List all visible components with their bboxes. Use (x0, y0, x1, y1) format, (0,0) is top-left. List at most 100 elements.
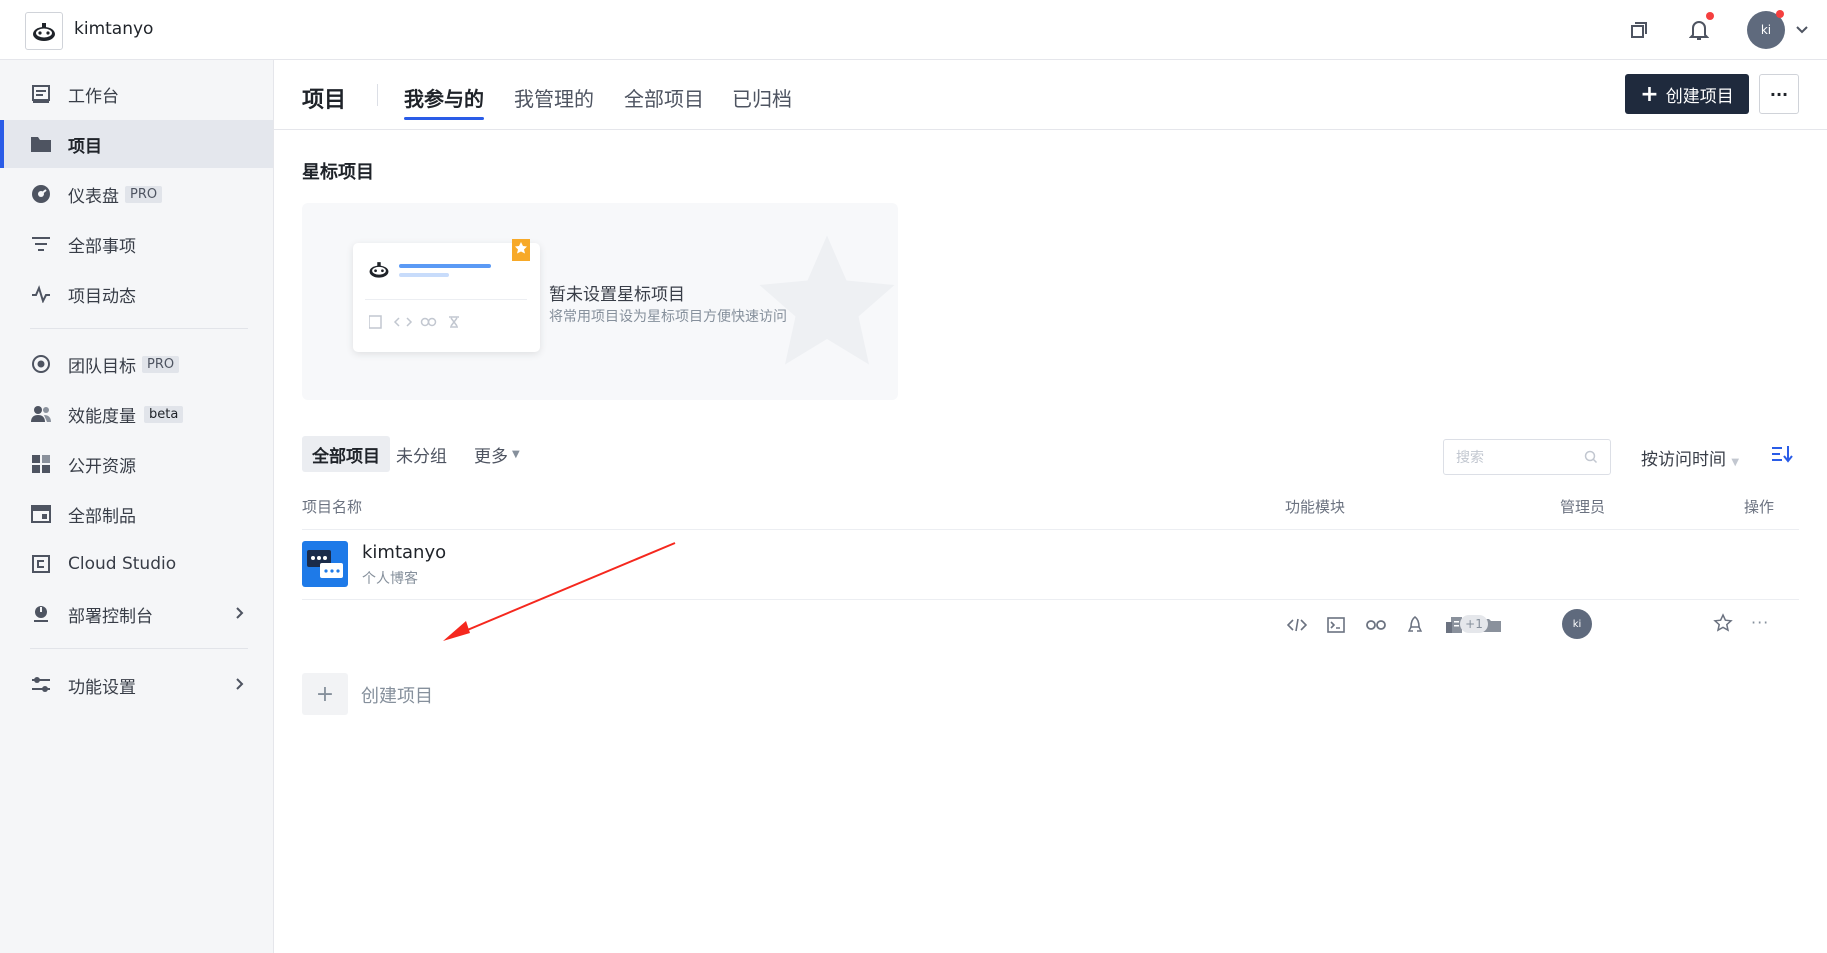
sidebar-item-artifacts[interactable]: 全部制品 (0, 490, 273, 538)
sidebar-item-label: 全部制品 (68, 506, 136, 527)
search-input[interactable]: 搜索 (1443, 439, 1611, 475)
sidebar-item-team-goals[interactable]: 团队目标 PRO (0, 340, 273, 388)
star-watermark-icon (759, 235, 895, 365)
column-header-actions: 操作 (1744, 498, 1775, 516)
artifact-icon (30, 503, 52, 525)
row-divider (302, 599, 1799, 600)
create-project-label: 创建项目 (1665, 86, 1734, 107)
more-modules-badge[interactable]: +1 (1460, 615, 1488, 633)
starred-empty-title: 暂未设置星标项目 (549, 285, 685, 305)
search-icon (1584, 450, 1598, 464)
tab-archived[interactable]: 已归档 (732, 83, 792, 112)
sidebar-item-deploy[interactable]: 部署控制台 (0, 590, 273, 638)
chevron-right-icon (235, 676, 245, 696)
rocket-icon[interactable] (1403, 613, 1427, 637)
tab-managed[interactable]: 我管理的 (514, 83, 594, 112)
grid-icon (30, 453, 52, 475)
deploy-icon (30, 603, 52, 625)
sidebar-item-label: 部署控制台 (68, 606, 153, 627)
sidebar-item-all-issues[interactable]: 全部事项 (0, 220, 273, 268)
team-icon (30, 403, 52, 425)
starred-empty-panel: 暂未设置星标项目 将常用项目设为星标项目方便快速访问 (302, 203, 898, 400)
sidebar-item-cloud-studio[interactable]: Cloud Studio (0, 540, 273, 588)
pro-badge: PRO (125, 185, 163, 203)
sidebar-item-label: 项目 (68, 136, 102, 157)
starred-placeholder-card (353, 239, 540, 352)
project-name[interactable]: kimtanyo (362, 542, 446, 563)
sort-label: 按访问时间 (1641, 450, 1726, 470)
logo-icon[interactable] (25, 12, 63, 50)
sidebar-item-label: 效能度量 (68, 406, 136, 427)
pipeline-icon[interactable] (1364, 613, 1388, 637)
tab-all-projects[interactable]: 全部项目 (624, 83, 704, 112)
pro-badge: PRO (142, 355, 180, 373)
filter-tab-ungrouped[interactable]: 未分组 (386, 436, 457, 472)
filter-tab-more[interactable]: 更多 ▼ (464, 436, 530, 472)
star-icon[interactable] (1713, 613, 1733, 637)
sidebar-divider (30, 328, 248, 329)
filter-tab-more-label: 更多 (474, 446, 508, 467)
folder-icon (30, 133, 52, 155)
sidebar-item-settings[interactable]: 功能设置 (0, 661, 273, 709)
module-icons (369, 315, 459, 329)
row-more-icon[interactable]: ··· (1751, 613, 1769, 632)
sidebar-item-public-resources[interactable]: 公开资源 (0, 440, 273, 488)
title-divider (377, 84, 378, 106)
chevron-right-icon (235, 605, 245, 625)
sidebar-item-activity[interactable]: 项目动态 (0, 270, 273, 318)
search-placeholder: 搜索 (1456, 450, 1484, 466)
activity-icon (30, 283, 52, 305)
sidebar-item-label: 全部事项 (68, 236, 136, 257)
project-description: 个人博客 (362, 571, 418, 587)
tab-participated[interactable]: 我参与的 (404, 83, 484, 120)
page-title: 项目 (302, 88, 347, 113)
add-project-button[interactable]: + (302, 673, 348, 715)
team-name[interactable]: kimtanyo (74, 19, 153, 39)
sidebar-item-label: 项目动态 (68, 286, 136, 307)
sidebar-item-label: Cloud Studio (68, 554, 177, 574)
manager-avatar[interactable]: ki (1562, 609, 1592, 639)
plus-icon: + (1640, 81, 1659, 107)
sidebar-item-label: 工作台 (68, 86, 119, 107)
sidebar-item-metrics[interactable]: 效能度量 beta (0, 390, 273, 438)
filter-tab-all[interactable]: 全部项目 (302, 436, 390, 472)
notification-dot (1706, 12, 1714, 20)
sidebar-item-label: 仪表盘 (68, 186, 119, 207)
row-divider (302, 529, 1799, 530)
sidebar-item-label: 团队目标 (68, 356, 136, 377)
column-header-modules: 功能模块 (1285, 498, 1346, 516)
studio-icon (30, 553, 52, 575)
dashboard-icon (30, 183, 52, 205)
starred-section-title: 星标项目 (302, 162, 374, 183)
settings-sliders-icon (30, 674, 52, 696)
bell-icon[interactable] (1687, 18, 1711, 42)
project-logo (302, 541, 348, 587)
sidebar-item-projects[interactable]: 项目 (0, 120, 273, 168)
starred-empty-desc: 将常用项目设为星标项目方便快速访问 (549, 309, 787, 325)
sidebar: 工作台 项目 仪表盘 PRO 全部事项 项目动态 团队目标 PRO 效能度量 b… (0, 60, 274, 953)
workbench-icon (30, 83, 52, 105)
sidebar-item-label: 功能设置 (68, 677, 136, 698)
sidebar-item-workbench[interactable]: 工作台 (0, 70, 273, 118)
code-icon[interactable] (1285, 613, 1309, 637)
sidebar-item-dashboard[interactable]: 仪表盘 PRO (0, 170, 273, 218)
target-icon (30, 353, 52, 375)
beta-badge: beta (144, 405, 184, 423)
filter-icon (30, 233, 52, 255)
window-icon[interactable] (1627, 18, 1651, 42)
caret-down-icon: ▼ (512, 448, 520, 460)
create-project-button[interactable]: + 创建项目 (1625, 74, 1749, 114)
column-header-name: 项目名称 (302, 498, 363, 516)
star-bookmark-icon (512, 239, 530, 261)
chevron-down-icon[interactable] (1790, 18, 1814, 42)
sidebar-item-label: 公开资源 (68, 456, 136, 477)
logo-icon (369, 262, 389, 278)
terminal-icon[interactable] (1324, 613, 1348, 637)
sort-dropdown[interactable]: 按访问时间 ▼ (1641, 445, 1739, 470)
main-content: 项目 我参与的 我管理的 全部项目 已归档 + 创建项目 ··· 星标项目 暂未… (274, 60, 1827, 953)
sort-order-icon[interactable] (1771, 444, 1793, 468)
avatar-dot (1776, 10, 1784, 18)
add-project-label[interactable]: 创建项目 (361, 682, 433, 708)
more-button[interactable]: ··· (1759, 74, 1799, 114)
sidebar-divider (30, 648, 248, 649)
